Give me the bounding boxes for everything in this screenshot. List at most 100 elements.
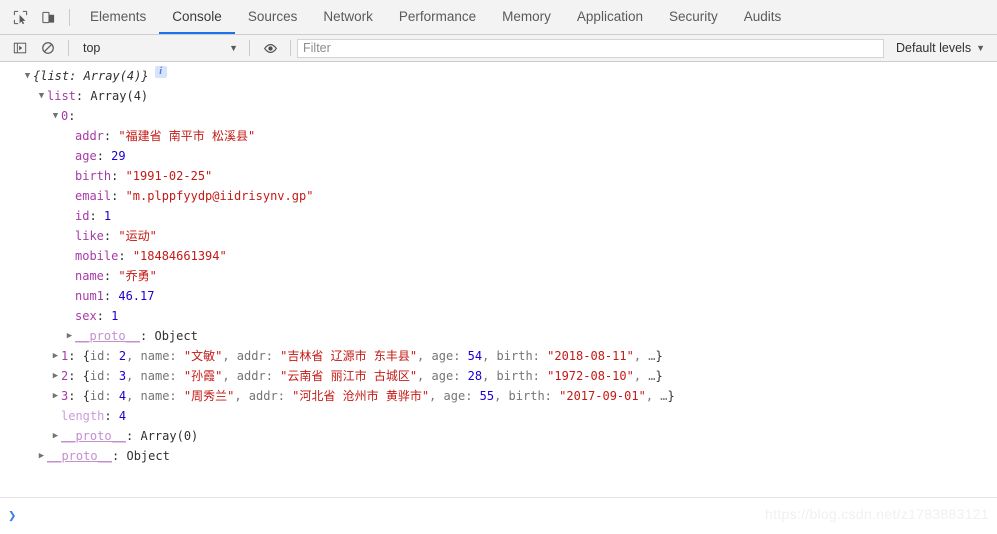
property-row-like: like : "运动" xyxy=(0,226,997,246)
property-row-array-proto[interactable]: ▶ __proto__ : Array(0) xyxy=(0,426,997,446)
array-index-row-0[interactable]: ▼ 0 : xyxy=(0,106,997,126)
colon-i3: : xyxy=(68,389,83,403)
property-row-item0-proto[interactable]: ▶ __proto__ : Object xyxy=(0,326,997,346)
colon-num1: : xyxy=(103,289,119,303)
preview-key-age-i3: age xyxy=(443,389,466,403)
preview-colon-i3c: : xyxy=(277,389,293,403)
preview-key-name-i2: name xyxy=(140,369,170,383)
property-value-object-proto: Object xyxy=(126,449,170,463)
property-row-num1: num1 : 46.17 xyxy=(0,286,997,306)
info-badge-icon[interactable]: i xyxy=(154,66,167,78)
property-value-like: "运动" xyxy=(118,229,157,243)
preview-comma-i1a: , xyxy=(126,349,141,363)
expand-arrow-item1[interactable]: ▶ xyxy=(50,346,61,366)
console-sidebar-icon[interactable] xyxy=(6,35,34,61)
console-sidebar-glyph xyxy=(13,42,27,54)
preview-comma-i1d: , xyxy=(482,349,497,363)
live-expression-eye-icon[interactable] xyxy=(256,35,284,61)
preview-colon-i1a: : xyxy=(104,349,119,363)
preview-key-id-i2: id xyxy=(89,369,105,383)
tab-audits[interactable]: Audits xyxy=(731,0,795,34)
property-name-sex: sex xyxy=(75,309,97,323)
property-name-id: id xyxy=(75,209,90,223)
expand-arrow-list[interactable]: ▼ xyxy=(36,86,47,106)
preview-value-age-i1: 54 xyxy=(467,349,483,363)
array-index-2: 2 xyxy=(61,369,69,383)
tab-performance[interactable]: Performance xyxy=(386,0,489,34)
tab-network[interactable]: Network xyxy=(310,0,386,34)
preview-value-age-i3: 55 xyxy=(479,389,495,403)
toolbar-divider xyxy=(69,8,70,26)
expand-arrow-item0-proto[interactable]: ▶ xyxy=(64,326,75,346)
tab-memory[interactable]: Memory xyxy=(489,0,564,34)
property-name-object-proto: __proto__ xyxy=(47,449,113,463)
console-message-root[interactable]: ▼ {list: Array(4)} i xyxy=(0,66,997,86)
array-index-0: 0 xyxy=(61,109,69,123)
array-index-row-2[interactable]: ▶ 2 : { id : 3 , name : "孙霞" , addr : "云… xyxy=(0,366,997,386)
execution-context-select[interactable]: top ▼ xyxy=(75,38,243,59)
preview-value-birth-i1: "2018-08-11" xyxy=(547,349,634,363)
preview-comma-i3c: , xyxy=(429,389,444,403)
colon-item0-proto: : xyxy=(140,329,155,343)
preview-comma-i2b: , xyxy=(222,369,237,383)
preview-key-birth-i1: birth xyxy=(496,349,533,363)
device-toolbar-glyph xyxy=(41,11,54,23)
preview-value-id-i1: 2 xyxy=(118,349,127,363)
preview-key-birth-i2: birth xyxy=(496,369,533,383)
console-prompt-area[interactable]: ❯ xyxy=(0,497,997,534)
preview-ellipsis-i2: … xyxy=(648,369,656,383)
colon-age: : xyxy=(96,149,112,163)
device-toolbar-icon[interactable] xyxy=(34,4,62,30)
colon-sex: : xyxy=(96,309,112,323)
array-index-1: 1 xyxy=(61,349,69,363)
inspect-cursor-glyph xyxy=(13,10,27,24)
tab-elements[interactable]: Elements xyxy=(77,0,159,34)
preview-value-id-i2: 3 xyxy=(118,369,127,383)
console-prompt-input[interactable] xyxy=(16,508,997,524)
array-index-row-3[interactable]: ▶ 3 : { id : 4 , name : "周秀兰" , addr : "… xyxy=(0,386,997,406)
tab-application[interactable]: Application xyxy=(564,0,656,34)
inspect-cursor-icon[interactable] xyxy=(6,4,34,30)
property-row-list[interactable]: ▼ list : Array(4) xyxy=(0,86,997,106)
preview-ellipsis-i3: … xyxy=(660,389,668,403)
property-row-length: length : 4 xyxy=(0,406,997,426)
brace-open-i2: { xyxy=(82,369,90,383)
brace-close-i2: } xyxy=(655,369,663,383)
console-filter-input[interactable] xyxy=(297,38,885,58)
colon-email: : xyxy=(111,189,126,203)
preview-value-birth-i2: "1972-08-10" xyxy=(547,369,634,383)
property-value-age: 29 xyxy=(111,149,126,163)
property-name-addr: addr xyxy=(75,129,104,143)
property-row-addr: addr : "福建省 南平市 松溪县" xyxy=(0,126,997,146)
expand-arrow-item0[interactable]: ▼ xyxy=(50,106,61,126)
preview-key-id-i1: id xyxy=(89,349,105,363)
preview-colon-i2b: : xyxy=(169,369,184,383)
preview-value-addr-i1: "吉林省 辽源市 东丰县" xyxy=(280,349,418,363)
array-index-row-1[interactable]: ▶ 1 : { id : 2 , name : "文敏" , addr : "吉… xyxy=(0,346,997,366)
colon-id: : xyxy=(89,209,104,223)
expand-arrow-object-proto[interactable]: ▶ xyxy=(36,446,47,466)
preview-value-name-i1: "文敏" xyxy=(183,349,223,363)
tab-security[interactable]: Security xyxy=(656,0,731,34)
property-row-object-proto[interactable]: ▶ __proto__ : Object xyxy=(0,446,997,466)
tab-sources[interactable]: Sources xyxy=(235,0,311,34)
expand-arrow-item3[interactable]: ▶ xyxy=(50,386,61,406)
expand-arrow-root[interactable]: ▼ xyxy=(22,66,33,86)
tab-console[interactable]: Console xyxy=(159,0,235,34)
preview-comma-i3b: , xyxy=(234,389,249,403)
colon-addr: : xyxy=(103,129,119,143)
property-value-name: "乔勇" xyxy=(118,269,157,283)
preview-colon-i3d: : xyxy=(465,389,480,403)
expand-arrow-array-proto[interactable]: ▶ xyxy=(50,426,61,446)
preview-comma-i2e: , xyxy=(633,369,649,383)
preview-key-addr-i2: addr xyxy=(236,369,266,383)
preview-colon-i1b: : xyxy=(169,349,184,363)
chevron-down-icon-levels: ▼ xyxy=(976,42,985,53)
brace-open-i1: { xyxy=(82,349,90,363)
devtools-tabbar: Elements Console Sources Network Perform… xyxy=(0,0,997,35)
clear-console-icon[interactable] xyxy=(34,35,62,61)
property-name-length: length xyxy=(61,409,105,423)
expand-arrow-item2[interactable]: ▶ xyxy=(50,366,61,386)
property-value-array-proto: Array(0) xyxy=(140,429,199,443)
log-level-select[interactable]: Default levels ▼ xyxy=(888,38,993,59)
